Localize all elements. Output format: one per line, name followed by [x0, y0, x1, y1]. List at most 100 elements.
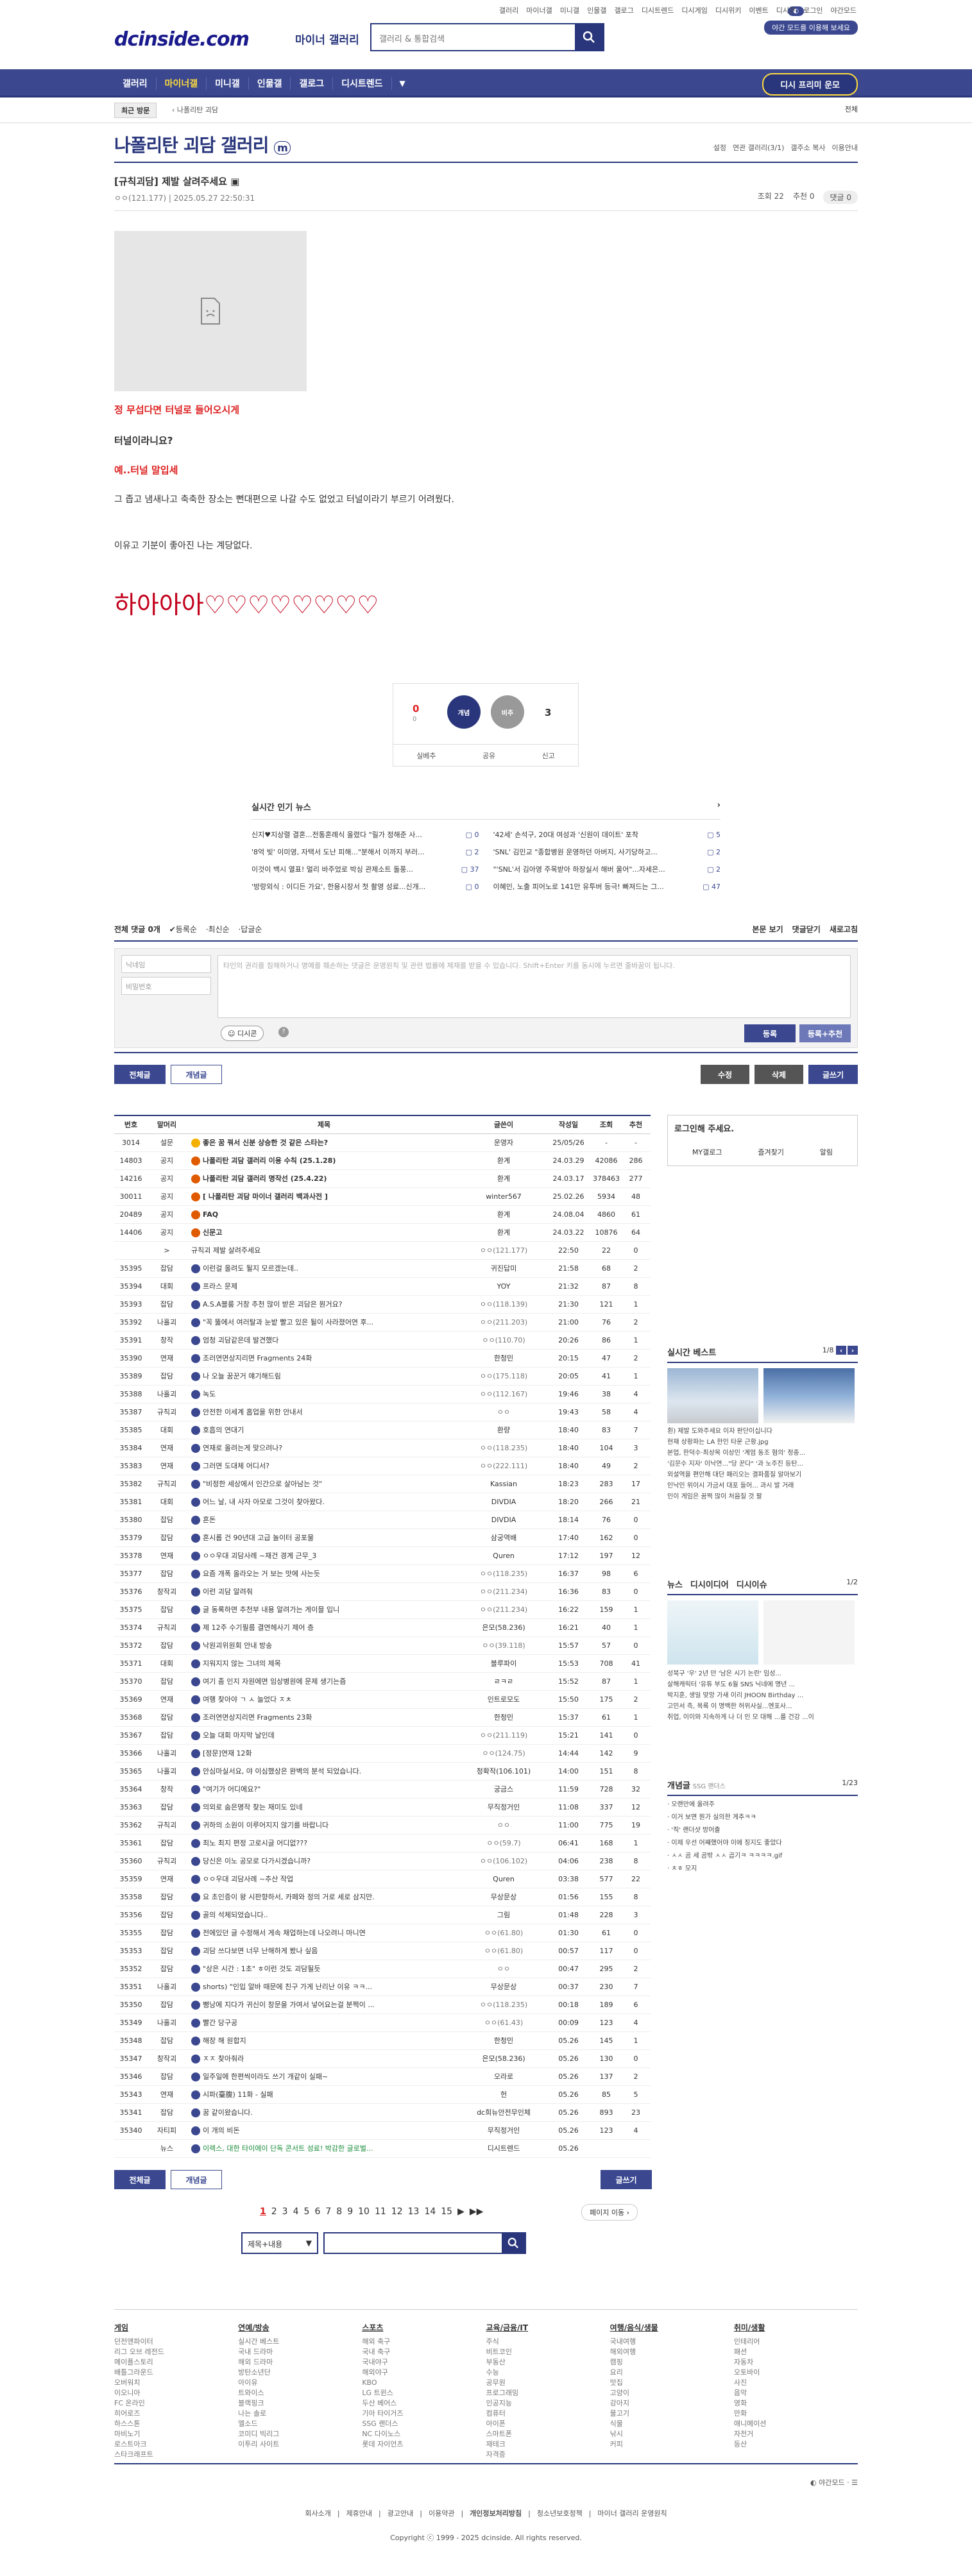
cell-subject[interactable]: 나폴리탄 괴담 갤러리 명작선 (25.4.22) [186, 1170, 462, 1187]
news-item-7[interactable]: 이혜인, 노출 피어노로 141만 유투버 등극! 빠져드는 그... ▢ 47 [493, 878, 721, 895]
page-15[interactable]: 15 [441, 2207, 452, 2217]
footer-link[interactable]: 수능 [486, 2368, 610, 2378]
footer-link[interactable]: 요리 [610, 2368, 734, 2378]
table-row[interactable]: 35361 잡담 최노 최지 편정 고로시글 어디없??? ㅇㅇ(59.7) 06:41… [114, 1835, 651, 1852]
comment-right-2[interactable]: 새로고침 [830, 925, 858, 934]
table-row[interactable]: 35365 나홀괴 안심마실서요, 야 이심했상은 완벽의 분석 되었습니다. 청확작… [114, 1763, 651, 1781]
nav-item-0[interactable]: 갤러리 [114, 77, 157, 90]
top-link-9[interactable]: 디시콘 [775, 5, 797, 15]
login-item-1[interactable]: 즐겨찾기 [758, 1147, 783, 1157]
footer-link[interactable]: 만화 [734, 2409, 858, 2419]
footer-link[interactable]: 해외여행 [610, 2347, 734, 2357]
best-item-2[interactable]: 본업, 한덕수·최상목 이상민 '계엄 동조 혐의' 정충... [667, 1448, 858, 1459]
news-side-item-2[interactable]: 박지훈, 생일 맞앙 가새 이리 JHOON Birthday ... [667, 1690, 858, 1701]
footer-link[interactable]: 코미디 빅리그 [238, 2429, 362, 2439]
all-posts-button-bottom[interactable]: 전체글 [114, 2170, 166, 2189]
footer-link[interactable]: 마비노기 [114, 2429, 238, 2439]
footer-link-2[interactable]: 광고안내 [388, 2509, 413, 2518]
top-link-10[interactable]: 로그인 [802, 5, 824, 15]
top-link-5[interactable]: 디시트렌드 [640, 5, 676, 15]
cell-writer[interactable]: 무상문상 [462, 1978, 545, 1996]
table-row[interactable]: 35347 창작괴 ㅈㅈ 찾아줘라 은모(58.236) 05.26 130 0 [114, 2050, 651, 2068]
news-tab-0[interactable]: 뉴스 [667, 1578, 683, 1590]
cell-writer[interactable]: ㅇㅇ [462, 1960, 545, 1978]
help-icon[interactable]: ? [278, 1027, 289, 1037]
post-author[interactable]: ㅇㅇ(121.177) [114, 194, 166, 203]
cell-writer[interactable]: 무직정거인 [462, 1799, 545, 1816]
cell-writer[interactable]: 운영자 [462, 1134, 545, 1151]
last-page-icon[interactable]: ▶▶ [470, 2207, 484, 2217]
cell-writer[interactable]: 은모(58.236) [462, 1619, 545, 1636]
cell-writer[interactable]: 청확작(106.101) [462, 1763, 545, 1780]
table-row[interactable]: 35362 규칙괴 귀하의 소원이 이루어지지 않기를 바랍니다 ㅇㅇ 11:00 775… [114, 1817, 651, 1835]
footer-link[interactable]: 이오니아 [114, 2388, 238, 2398]
page-8[interactable]: 8 [336, 2207, 342, 2217]
cell-writer[interactable]: 삼궁역배 [462, 1529, 545, 1546]
news-side-item-1[interactable]: 살해캐릭터 '유튜 부도 6월 SNS 닉네에 명년 ... [667, 1679, 858, 1690]
cell-writer[interactable]: Quren [462, 1870, 545, 1888]
table-row[interactable]: 30011 공지 [ 나폴리탄 괴담 마이너 갤러리 백과사전 ] winter567… [114, 1188, 651, 1206]
comment-submit-button[interactable]: 등록 [744, 1024, 796, 1042]
cell-writer[interactable]: 한청민 [462, 1350, 545, 1367]
cell-writer[interactable]: 한청민 [462, 2032, 545, 2049]
page-13[interactable]: 13 [408, 2207, 420, 2217]
cell-subject[interactable]: 글 동록하면 추천부 내용 알려가는 게이믈 입니 [186, 1601, 462, 1618]
gallery-create-button[interactable]: 디시 프리미 운모 [762, 73, 858, 96]
cell-subject[interactable]: 나 오늘 꿈꾼거 얘기해드림 [186, 1368, 462, 1385]
cell-writer[interactable]: ㅇㅇ(61.80) [462, 1942, 545, 1960]
cell-subject[interactable]: 빨간 당구공 [186, 2014, 462, 2031]
news-side-item-4[interactable]: 취업, 이이와 지속하게 나 더 인 모 대해 ...를 건강 ...이 [667, 1712, 858, 1723]
table-row[interactable]: 35372 잡담 낙원괴위원회 안내 방송 ㅇㅇ(39.118) 15:57 57 0 [114, 1637, 651, 1655]
cell-subject[interactable]: 안심마실서요, 야 이심했상은 완벽의 분석 되었습니다. [186, 1763, 462, 1780]
cell-subject[interactable]: 혼시롭 건 90년대 고급 놀이터 공포물 [186, 1529, 462, 1546]
cell-subject[interactable]: 녹도 [186, 1385, 462, 1403]
comment-submit-recommend-button[interactable]: 등록+추천 [799, 1024, 851, 1042]
table-row[interactable]: 35377 잡담 요즘 개폭 올라오는 거 보는 맛에 사는듯 ㅇㅇ(118.235)… [114, 1565, 651, 1583]
cell-writer[interactable]: 오라로 [462, 2068, 545, 2085]
table-row[interactable]: 35358 잡담 요 초인증이 왕 시판향하서, 카페와 정의 거로 세로 삼지만.… [114, 1888, 651, 1906]
table-row[interactable]: 35356 잡담 골의 석체되었습니다.. 그림 01:48 228 3 [114, 1906, 651, 1924]
table-row[interactable]: 35391 창작 엄청 괴담같은데 발견했다 ㅇㅇ(110.70) 20:26 86 1 [114, 1332, 651, 1350]
cell-writer[interactable]: Quren [462, 1547, 545, 1564]
footer-link[interactable]: 비트코인 [486, 2347, 610, 2357]
footer-link[interactable]: 부동산 [486, 2357, 610, 2368]
footer-link-1[interactable]: 제휴안내 [346, 2509, 372, 2518]
page-move-button[interactable]: 페이지 이동 › [581, 2204, 638, 2221]
news-item-4[interactable]: 이것이 백시 열표! 멀리 바주었로 박싱 관제소트 돌풍... ▢ 37 [252, 861, 479, 878]
footer-link[interactable]: 컴퓨터 [486, 2409, 610, 2419]
cell-subject[interactable]: 뻥낭에 지다가 귀신이 창문을 가여서 넣어요는걸 분쩍이 ... [186, 1996, 462, 2013]
best-item-3[interactable]: '김문수 지자' 이낙연..."당 꾼다" '과 노주진 등탄... [667, 1459, 858, 1470]
news-tab-2[interactable]: 디시이슈 [737, 1578, 767, 1590]
write-button-bottom[interactable]: 글쓰기 [601, 2170, 652, 2189]
cell-subject[interactable]: "비정한 세상에서 인간으로 살아남는 것" [186, 1475, 462, 1493]
comment-textarea[interactable]: 타인의 권리를 침해하거나 명예를 훼손하는 댓글은 운영원칙 및 관련 법률에… [217, 955, 851, 1018]
table-row[interactable]: 35366 나홀괴 [정문]연재 12화 ㅇㅇ(124.75) 14:44 142 9 [114, 1745, 651, 1763]
post-action-2[interactable]: 신고 [542, 750, 555, 761]
cell-subject[interactable]: 괴담 쓰다보면 너무 난해하게 봤나 싶음 [186, 1942, 462, 1960]
nav-item-3[interactable]: 인물갤 [249, 77, 291, 90]
cell-subject[interactable]: 안전한 이세계 홉업을 위한 안내서 [186, 1403, 462, 1421]
cell-subject[interactable]: 꿈 같이왔습니다. [186, 2104, 462, 2121]
nav-item-1[interactable]: 마이너갤 [157, 77, 207, 90]
best-thumb-1[interactable] [667, 1368, 758, 1423]
cell-writer[interactable]: dc희뉴안전무인체 [462, 2104, 545, 2121]
concept-item-5[interactable]: · ㅊㅎ 모지 [667, 1863, 858, 1876]
comment-sort-2[interactable]: ·답글순 [236, 925, 262, 934]
cell-subject[interactable]: ㅇㅇ우대 괴담사례 ~재건 경계 근무_3 [186, 1547, 462, 1564]
cell-writer[interactable]: 인트로모도 [462, 1691, 545, 1708]
top-search-button[interactable] [575, 24, 603, 50]
cell-subject[interactable]: "여기가 어디에요?" [186, 1781, 462, 1798]
footer-link[interactable]: 음악 [734, 2388, 858, 2398]
page-5[interactable]: 5 [304, 2207, 310, 2217]
page-6[interactable]: 6 [314, 2207, 320, 2217]
table-row[interactable]: 뉴스 이렉스, 대한 타이에이 단독 콘서트 성료! 박감한 글로벌... 디시트렌… [114, 2140, 651, 2158]
footer-link[interactable]: NC 다이노스 [362, 2429, 486, 2439]
cell-writer[interactable]: ㅇㅇ(106.102) [462, 1852, 545, 1870]
post-action-1[interactable]: 공유 [482, 750, 495, 761]
top-link-8[interactable]: 이벤트 [747, 5, 769, 15]
cell-writer[interactable]: 환계 [462, 1224, 545, 1241]
cell-subject[interactable]: 어느 날, 내 사자 아모로 그것이 찾아왔다. [186, 1493, 462, 1511]
news-item-3[interactable]: 'SNL' 김민교 "종합병원 운영하던 아버지, 사기당하고... ▢ 2 [493, 843, 721, 861]
top-link-11[interactable]: 야간모드 [830, 5, 858, 15]
cell-subject[interactable]: A.S.A블룸 거창 추천 많이 받은 괴담은 뭔거요? [186, 1296, 462, 1313]
